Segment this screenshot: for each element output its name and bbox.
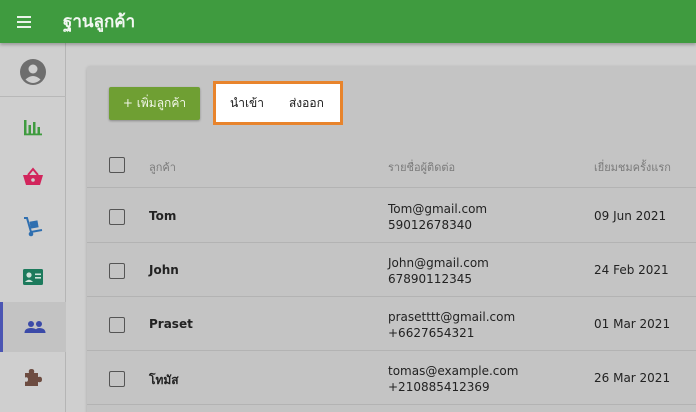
first-visit-date: 26 Mar 2021 (594, 371, 671, 385)
contact-phone: 67890112345 (388, 272, 472, 286)
row-checkbox[interactable] (109, 263, 125, 279)
page-title: ฐานลูกค้า (63, 12, 136, 32)
row-checkbox[interactable] (109, 317, 125, 333)
contact-phone: 59012678340 (388, 218, 472, 232)
people-icon (24, 321, 45, 333)
table-header: ลูกค้า รายชื่อผู้ติดต่อ เยี่ยมชมครั้งแรก (87, 142, 696, 188)
sidebar (0, 43, 66, 412)
sidebar-item-customers[interactable] (0, 302, 66, 352)
add-customer-button[interactable]: + เพิ่มลูกค้า (109, 87, 200, 120)
app-bar: ฐานลูกค้า (0, 0, 696, 43)
customer-card: + เพิ่มลูกค้า นำเข้า ส่งออก ลูกค้า รายชื… (87, 66, 696, 412)
column-header-contact: รายชื่อผู้ติดต่อ (388, 161, 456, 174)
sidebar-item-extensions[interactable] (0, 352, 66, 402)
sidebar-item-delivery[interactable] (0, 202, 66, 252)
account-circle-icon (20, 58, 46, 85)
contact-email: John@gmail.com (388, 256, 489, 270)
import-export-group: นำเข้า ส่งออก (213, 81, 343, 125)
sidebar-item-orders[interactable] (0, 152, 66, 202)
table-row[interactable]: Tom Tom@gmail.com 59012678340 09 Jun 202… (87, 189, 696, 243)
row-checkbox[interactable] (109, 371, 125, 387)
table-row[interactable]: Praset prasetttt@gmail.com +6627654321 0… (87, 297, 696, 351)
sidebar-item-contacts[interactable] (0, 252, 66, 302)
import-button[interactable]: นำเข้า (230, 94, 264, 113)
first-visit-date: 24 Feb 2021 (594, 263, 669, 277)
contact-phone: +6627654321 (388, 326, 475, 340)
contact-email: Tom@gmail.com (388, 202, 488, 216)
table-row[interactable]: โทมัส tomas@example.com +210885412369 26… (87, 351, 696, 405)
customer-name: Praset (149, 317, 193, 331)
sidebar-item-account[interactable] (0, 47, 66, 97)
menu-icon[interactable] (17, 4, 53, 40)
column-header-customer: ลูกค้า (149, 161, 176, 174)
contact-phone: +210885412369 (388, 380, 490, 394)
first-visit-date: 09 Jun 2021 (594, 209, 667, 223)
select-all-checkbox[interactable] (109, 157, 125, 173)
contact-email: prasetttt@gmail.com (388, 310, 516, 324)
column-header-first-visit: เยี่ยมชมครั้งแรก (594, 161, 671, 174)
hand-truck-icon (24, 217, 43, 237)
table-row[interactable]: John John@gmail.com 67890112345 24 Feb 2… (87, 243, 696, 297)
sidebar-item-reports[interactable] (0, 102, 66, 152)
customer-name: John (149, 263, 179, 277)
puzzle-icon (25, 369, 42, 386)
bar-chart-icon (24, 120, 42, 136)
contact-cell: John@gmail.com 67890112345 (388, 255, 489, 287)
contact-cell: tomas@example.com +210885412369 (388, 363, 518, 395)
export-button[interactable]: ส่งออก (289, 94, 324, 113)
contact-email: tomas@example.com (388, 364, 519, 378)
customer-name: Tom (149, 209, 177, 223)
row-checkbox[interactable] (109, 209, 125, 225)
first-visit-date: 01 Mar 2021 (594, 317, 671, 331)
basket-icon (23, 167, 43, 185)
customer-name: โทมัส (149, 373, 179, 387)
contact-cell: prasetttt@gmail.com +6627654321 (388, 309, 515, 341)
contact-cell: Tom@gmail.com 59012678340 (388, 201, 487, 233)
contact-card-icon (23, 269, 43, 285)
